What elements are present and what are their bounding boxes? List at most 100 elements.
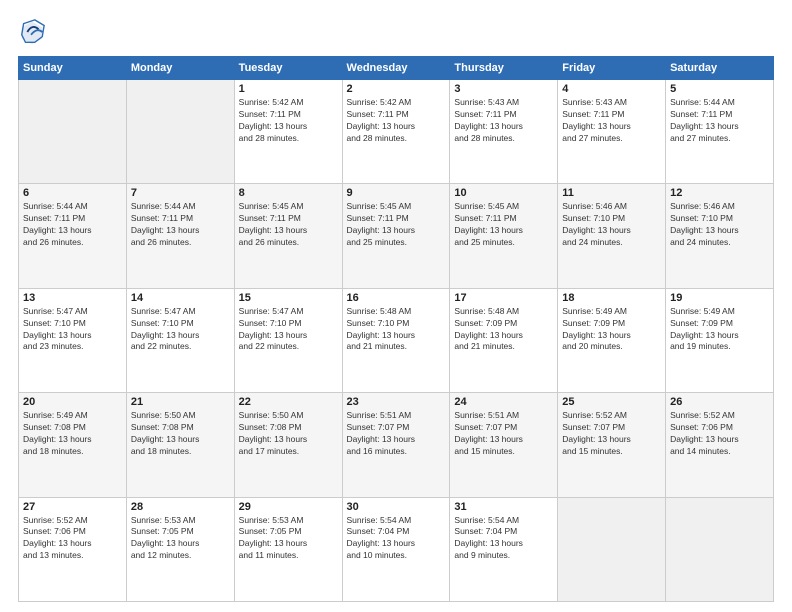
day-number: 5 [670,83,769,95]
day-cell: 18 Sunrise: 5:49 AM Sunset: 7:09 PM Dayli… [558,288,666,392]
day-cell [558,497,666,601]
day-number: 31 [454,501,553,513]
day-number: 8 [239,187,338,199]
day-cell: 29Sunrise: 5:53 AM Sunset: 7:05 PM Dayli… [234,497,342,601]
day-cell: 23 Sunrise: 5:51 AM Sunset: 7:07 PM Dayli… [342,393,450,497]
day-number: 10 [454,187,553,199]
logo [18,18,50,46]
day-cell: 30 Sunrise: 5:54 AM Sunset: 7:04 PM Dayli… [342,497,450,601]
weekday-row: SundayMondayTuesdayWednesdayThursdayFrid… [19,57,774,80]
day-cell: 2 Sunrise: 5:42 AM Sunset: 7:11 PM Daylig… [342,80,450,184]
logo-icon [18,18,46,46]
day-cell [126,80,234,184]
day-info: Sunrise: 5:45 AM Sunset: 7:11 PM Dayligh… [347,201,446,249]
day-number: 4 [562,83,661,95]
day-number: 19 [670,292,769,304]
weekday-header-monday: Monday [126,57,234,80]
day-info: Sunrise: 5:51 AM Sunset: 7:07 PM Dayligh… [347,410,446,458]
day-cell: 17 Sunrise: 5:48 AM Sunset: 7:09 PM Dayli… [450,288,558,392]
week-row-2: 6Sunrise: 5:44 AM Sunset: 7:11 PM Daylig… [19,184,774,288]
day-cell: 21Sunrise: 5:50 AM Sunset: 7:08 PM Dayli… [126,393,234,497]
day-cell: 25 Sunrise: 5:52 AM Sunset: 7:07 PM Dayli… [558,393,666,497]
day-number: 16 [347,292,446,304]
day-number: 23 [347,396,446,408]
day-info: Sunrise: 5:49 AM Sunset: 7:09 PM Dayligh… [562,306,661,354]
day-number: 11 [562,187,661,199]
day-number: 9 [347,187,446,199]
day-info: Sunrise: 5:46 AM Sunset: 7:10 PM Dayligh… [670,201,769,249]
day-info: Sunrise: 5:52 AM Sunset: 7:07 PM Dayligh… [562,410,661,458]
day-info: Sunrise: 5:54 AM Sunset: 7:04 PM Dayligh… [454,515,553,563]
day-cell: 6Sunrise: 5:44 AM Sunset: 7:11 PM Daylig… [19,184,127,288]
day-number: 1 [239,83,338,95]
day-info: Sunrise: 5:48 AM Sunset: 7:10 PM Dayligh… [347,306,446,354]
day-cell [19,80,127,184]
day-cell: 26 Sunrise: 5:52 AM Sunset: 7:06 PM Dayli… [666,393,774,497]
day-number: 15 [239,292,338,304]
day-number: 3 [454,83,553,95]
day-info: Sunrise: 5:53 AM Sunset: 7:05 PM Dayligh… [131,515,230,563]
day-cell: 3 Sunrise: 5:43 AM Sunset: 7:11 PM Daylig… [450,80,558,184]
day-info: Sunrise: 5:45 AM Sunset: 7:11 PM Dayligh… [454,201,553,249]
day-number: 22 [239,396,338,408]
day-number: 18 [562,292,661,304]
day-cell: 31 Sunrise: 5:54 AM Sunset: 7:04 PM Dayli… [450,497,558,601]
day-cell: 13Sunrise: 5:47 AM Sunset: 7:10 PM Dayli… [19,288,127,392]
day-number: 17 [454,292,553,304]
weekday-header-tuesday: Tuesday [234,57,342,80]
day-info: Sunrise: 5:47 AM Sunset: 7:10 PM Dayligh… [239,306,338,354]
week-row-1: 1 Sunrise: 5:42 AM Sunset: 7:11 PM Daylig… [19,80,774,184]
day-info: Sunrise: 5:50 AM Sunset: 7:08 PM Dayligh… [239,410,338,458]
day-number: 28 [131,501,230,513]
day-number: 6 [23,187,122,199]
day-number: 26 [670,396,769,408]
weekday-header-thursday: Thursday [450,57,558,80]
day-info: Sunrise: 5:49 AM Sunset: 7:09 PM Dayligh… [670,306,769,354]
day-info: Sunrise: 5:47 AM Sunset: 7:10 PM Dayligh… [23,306,122,354]
day-info: Sunrise: 5:42 AM Sunset: 7:11 PM Dayligh… [347,97,446,145]
day-number: 2 [347,83,446,95]
day-cell: 24Sunrise: 5:51 AM Sunset: 7:07 PM Dayli… [450,393,558,497]
day-cell: 19 Sunrise: 5:49 AM Sunset: 7:09 PM Dayli… [666,288,774,392]
day-info: Sunrise: 5:43 AM Sunset: 7:11 PM Dayligh… [454,97,553,145]
week-row-4: 20 Sunrise: 5:49 AM Sunset: 7:08 PM Dayli… [19,393,774,497]
day-info: Sunrise: 5:47 AM Sunset: 7:10 PM Dayligh… [131,306,230,354]
day-number: 7 [131,187,230,199]
weekday-header-saturday: Saturday [666,57,774,80]
day-cell: 8 Sunrise: 5:45 AM Sunset: 7:11 PM Daylig… [234,184,342,288]
day-cell: 14 Sunrise: 5:47 AM Sunset: 7:10 PM Dayli… [126,288,234,392]
day-number: 12 [670,187,769,199]
day-number: 30 [347,501,446,513]
day-info: Sunrise: 5:52 AM Sunset: 7:06 PM Dayligh… [670,410,769,458]
header [18,18,774,46]
day-info: Sunrise: 5:45 AM Sunset: 7:11 PM Dayligh… [239,201,338,249]
day-cell: 4 Sunrise: 5:43 AM Sunset: 7:11 PM Daylig… [558,80,666,184]
weekday-header-friday: Friday [558,57,666,80]
day-cell: 16 Sunrise: 5:48 AM Sunset: 7:10 PM Dayli… [342,288,450,392]
week-row-3: 13Sunrise: 5:47 AM Sunset: 7:10 PM Dayli… [19,288,774,392]
day-cell: 28 Sunrise: 5:53 AM Sunset: 7:05 PM Dayli… [126,497,234,601]
day-info: Sunrise: 5:51 AM Sunset: 7:07 PM Dayligh… [454,410,553,458]
calendar-header: SundayMondayTuesdayWednesdayThursdayFrid… [19,57,774,80]
day-cell: 12 Sunrise: 5:46 AM Sunset: 7:10 PM Dayli… [666,184,774,288]
day-info: Sunrise: 5:52 AM Sunset: 7:06 PM Dayligh… [23,515,122,563]
day-cell [666,497,774,601]
day-cell: 9 Sunrise: 5:45 AM Sunset: 7:11 PM Daylig… [342,184,450,288]
day-number: 14 [131,292,230,304]
day-info: Sunrise: 5:42 AM Sunset: 7:11 PM Dayligh… [239,97,338,145]
week-row-5: 27Sunrise: 5:52 AM Sunset: 7:06 PM Dayli… [19,497,774,601]
day-info: Sunrise: 5:54 AM Sunset: 7:04 PM Dayligh… [347,515,446,563]
page: SundayMondayTuesdayWednesdayThursdayFrid… [0,0,792,612]
day-info: Sunrise: 5:48 AM Sunset: 7:09 PM Dayligh… [454,306,553,354]
day-cell: 5 Sunrise: 5:44 AM Sunset: 7:11 PM Daylig… [666,80,774,184]
day-cell: 1 Sunrise: 5:42 AM Sunset: 7:11 PM Daylig… [234,80,342,184]
day-info: Sunrise: 5:43 AM Sunset: 7:11 PM Dayligh… [562,97,661,145]
day-number: 20 [23,396,122,408]
day-cell: 11Sunrise: 5:46 AM Sunset: 7:10 PM Dayli… [558,184,666,288]
day-info: Sunrise: 5:44 AM Sunset: 7:11 PM Dayligh… [670,97,769,145]
day-number: 21 [131,396,230,408]
day-info: Sunrise: 5:49 AM Sunset: 7:08 PM Dayligh… [23,410,122,458]
weekday-header-sunday: Sunday [19,57,127,80]
day-number: 25 [562,396,661,408]
weekday-header-wednesday: Wednesday [342,57,450,80]
